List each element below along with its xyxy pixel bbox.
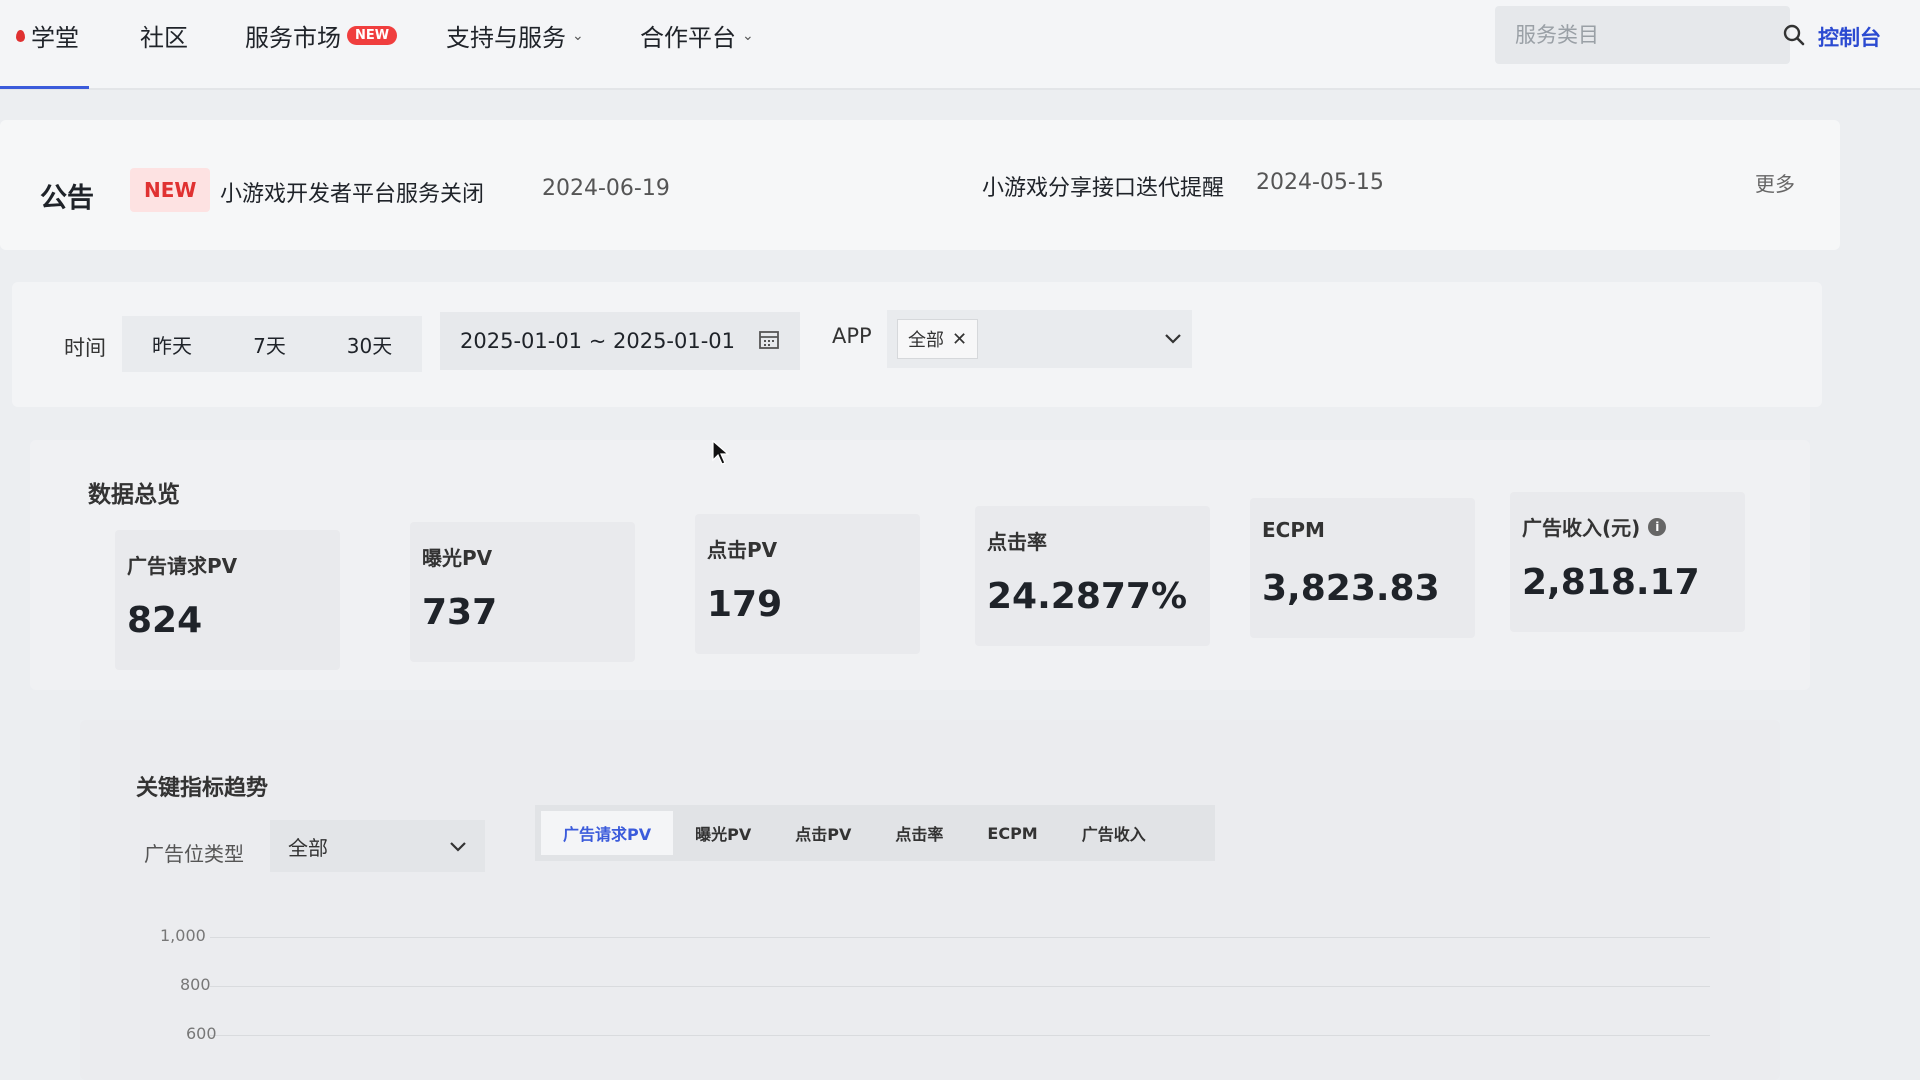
announcement-date: 2024-05-15 bbox=[1256, 170, 1384, 195]
metric-label: 广告请求PV bbox=[127, 554, 238, 578]
more-link[interactable]: 更多 bbox=[1755, 168, 1795, 197]
chevron-down-icon: ⌄ bbox=[572, 27, 584, 44]
announcement-bar: 公告 NEW 小游戏开发者平台服务关闭 2024-06-19 小游戏分享接口迭代… bbox=[0, 120, 1840, 250]
grid-line bbox=[210, 986, 1710, 987]
nav-item-label: 社区 bbox=[140, 24, 188, 52]
metric-value: 824 bbox=[127, 600, 203, 641]
app-tag: 全部 ✕ bbox=[897, 319, 979, 359]
y-tick-label: 800 bbox=[180, 975, 211, 994]
filter-bar: 时间 昨天 7天 30天 2025-01-01 ~ 2025-01-01 APP… bbox=[12, 282, 1822, 407]
nav-item-support[interactable]: 支持与服务 ⌄ bbox=[446, 18, 584, 53]
search-icon[interactable] bbox=[1783, 24, 1805, 46]
tab-click-pv[interactable]: 点击PV bbox=[773, 811, 873, 855]
announcement-new-badge: NEW bbox=[130, 168, 211, 212]
chevron-down-icon bbox=[449, 834, 467, 858]
nav-item-service-market[interactable]: 服务市场 NEW bbox=[245, 18, 398, 53]
nav-item-community[interactable]: 社区 bbox=[140, 18, 188, 53]
range-yesterday-button[interactable]: 昨天 bbox=[122, 316, 222, 372]
tab-ecpm[interactable]: ECPM bbox=[965, 811, 1059, 855]
announcement-link[interactable]: 小游戏开发者平台服务关闭 bbox=[220, 176, 484, 208]
data-overview: 数据总览 广告请求PV 824 曝光PV 737 点击PV 179 点击率 24… bbox=[30, 440, 1810, 690]
tab-exposure-pv[interactable]: 曝光PV bbox=[673, 811, 773, 855]
nav-item-partner[interactable]: 合作平台 ⌄ bbox=[640, 18, 754, 53]
top-nav: 学堂 社区 服务市场 NEW 支持与服务 ⌄ 合作平台 ⌄ 控制台 bbox=[0, 0, 1920, 90]
metric-label: 广告收入(元) i bbox=[1522, 512, 1667, 541]
metric-value: 24.2877% bbox=[987, 576, 1188, 617]
mouse-cursor-icon bbox=[712, 440, 730, 465]
metric-value: 737 bbox=[422, 592, 498, 633]
slot-type-label: 广告位类型 bbox=[144, 842, 244, 866]
date-range-picker[interactable]: 2025-01-01 ~ 2025-01-01 bbox=[440, 312, 800, 370]
y-tick-label: 1,000 bbox=[160, 926, 206, 945]
console-link[interactable]: 控制台 bbox=[1818, 22, 1881, 52]
app-select[interactable]: 全部 ✕ bbox=[887, 310, 1192, 368]
metric-card-ecpm: ECPM 3,823.83 bbox=[1250, 498, 1475, 638]
metric-label: 点击PV bbox=[707, 538, 778, 562]
calendar-icon bbox=[758, 328, 780, 355]
nav-item-label: 学堂 bbox=[31, 24, 79, 52]
metric-card-ad-request-pv: 广告请求PV 824 bbox=[115, 530, 340, 670]
slot-type-select[interactable]: 全部 bbox=[270, 820, 485, 872]
range-7d-button[interactable]: 7天 bbox=[222, 316, 317, 372]
search-box bbox=[1495, 6, 1805, 64]
announcement-link[interactable]: 小游戏分享接口迭代提醒 bbox=[982, 170, 1224, 202]
slot-type-value: 全部 bbox=[288, 835, 328, 860]
metric-card-exposure-pv: 曝光PV 737 bbox=[410, 522, 635, 662]
announcement-date: 2024-06-19 bbox=[542, 176, 670, 201]
metric-value: 179 bbox=[707, 584, 783, 625]
tab-ad-revenue[interactable]: 广告收入 bbox=[1060, 811, 1168, 855]
nav-item-label: 合作平台 bbox=[640, 24, 736, 52]
metric-label: 点击率 bbox=[987, 530, 1047, 554]
tab-ctr[interactable]: 点击率 bbox=[873, 811, 965, 855]
metric-card-ad-revenue: 广告收入(元) i 2,818.17 bbox=[1510, 492, 1745, 632]
overview-title: 数据总览 bbox=[88, 482, 180, 508]
nav-item-academy[interactable]: 学堂 bbox=[0, 18, 89, 89]
metric-value: 3,823.83 bbox=[1262, 568, 1440, 609]
date-range-value: 2025-01-01 ~ 2025-01-01 bbox=[460, 329, 736, 353]
chevron-down-icon bbox=[1164, 330, 1182, 349]
metric-label: ECPM bbox=[1262, 518, 1325, 542]
trend-title: 关键指标趋势 bbox=[136, 776, 269, 801]
metric-card-click-pv: 点击PV 179 bbox=[695, 514, 920, 654]
tab-ad-request-pv[interactable]: 广告请求PV bbox=[541, 811, 674, 855]
key-metric-trend: 关键指标趋势 广告位类型 全部 广告请求PV 曝光PV 点击PV 点击率 ECP… bbox=[80, 720, 1780, 1080]
metric-label-text: 广告收入(元) bbox=[1522, 516, 1641, 540]
nav-item-label: 支持与服务 bbox=[446, 24, 566, 52]
metric-card-ctr: 点击率 24.2877% bbox=[975, 506, 1210, 646]
announcement-title: 公告 bbox=[40, 183, 94, 214]
grid-line bbox=[210, 1035, 1710, 1036]
time-label: 时间 bbox=[64, 336, 106, 360]
metric-value: 2,818.17 bbox=[1522, 562, 1700, 603]
new-badge: NEW bbox=[347, 26, 398, 45]
range-30d-button[interactable]: 30天 bbox=[317, 316, 422, 372]
nav-item-label: 服务市场 bbox=[245, 24, 341, 52]
search-input[interactable] bbox=[1515, 23, 1783, 47]
app-tag-label: 全部 bbox=[908, 330, 944, 351]
chevron-down-icon: ⌄ bbox=[742, 27, 754, 44]
close-icon[interactable]: ✕ bbox=[952, 329, 967, 350]
metric-label: 曝光PV bbox=[422, 546, 493, 570]
academy-dot-icon bbox=[16, 29, 25, 42]
metric-tabs: 广告请求PV 曝光PV 点击PV 点击率 ECPM 广告收入 bbox=[535, 805, 1215, 861]
info-icon[interactable]: i bbox=[1648, 517, 1667, 536]
y-tick-label: 600 bbox=[186, 1024, 217, 1043]
grid-line bbox=[210, 937, 1710, 938]
app-label: APP bbox=[832, 324, 872, 348]
